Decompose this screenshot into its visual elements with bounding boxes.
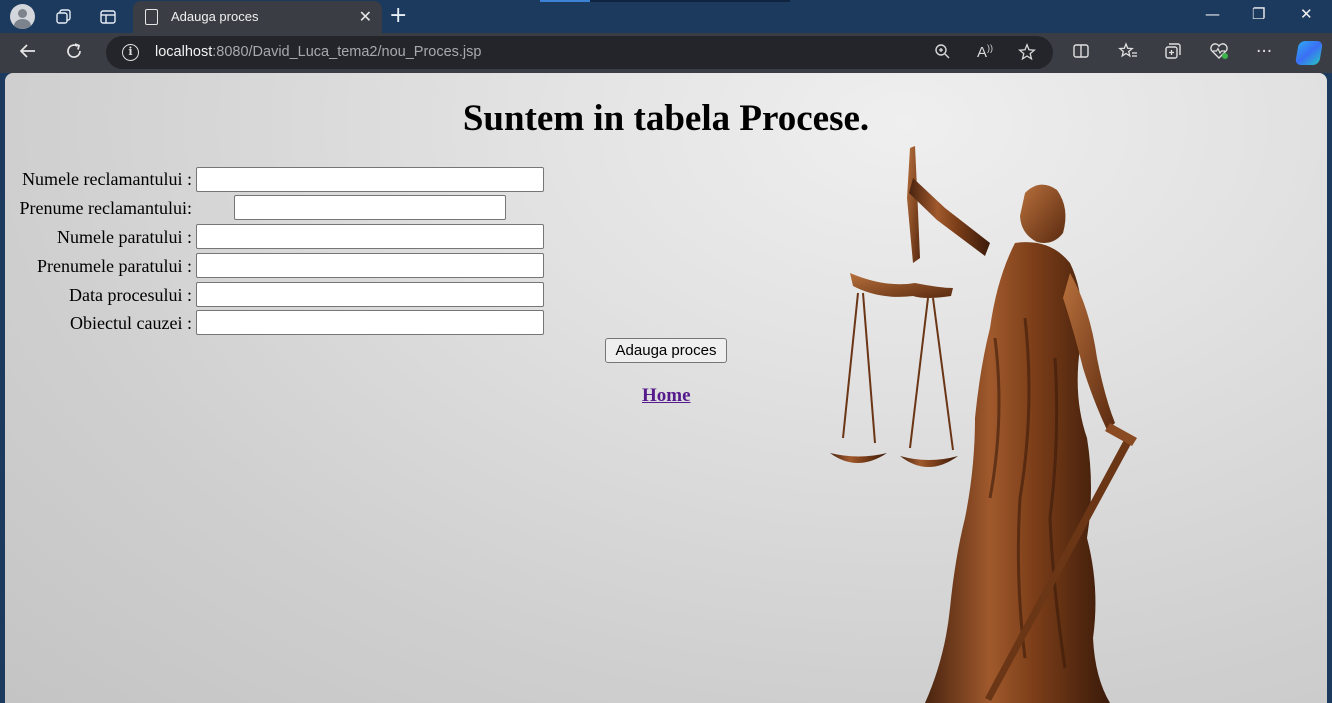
zoom-icon[interactable] [934,43,951,64]
url-host: localhost [155,44,213,60]
browser-essentials-icon[interactable] [1209,42,1229,65]
favorites-icon[interactable] [1118,42,1138,65]
home-link[interactable]: Home [642,385,691,407]
tab-close-icon[interactable]: ✕ [359,7,372,26]
restore-button[interactable]: ❐ [1252,5,1265,23]
refresh-icon[interactable] [64,41,84,66]
collections-icon[interactable] [1164,42,1182,65]
url-text[interactable]: localhost:8080/David_Luca_tema2/nou_Proc… [155,44,481,60]
label-data-procesului: Data procesului : [69,285,192,305]
input-obiectul-cauzei[interactable] [196,310,544,335]
document-icon [145,9,158,25]
address-bar[interactable]: i localhost:8080/David_Luca_tema2/nou_Pr… [106,36,1053,69]
page-viewport: Suntem in tabela Procese. Numele reclama… [5,73,1327,703]
vertical-tabs-icon[interactable] [96,5,120,29]
tab-title: Adauga proces [171,9,259,24]
input-prenume-reclamantului[interactable] [234,195,506,220]
new-tab-button[interactable]: + [389,3,407,28]
copilot-icon[interactable] [1294,41,1324,65]
label-numele-reclamantului: Numele reclamantului : [22,169,192,189]
avatar-body [14,19,31,29]
input-data-procesului[interactable] [196,282,544,307]
url-path: :8080/David_Luca_tema2/nou_Proces.jsp [212,44,482,60]
favorite-star-icon[interactable] [1018,43,1036,65]
minimize-button[interactable]: — [1205,5,1220,23]
label-obiectul-cauzei: Obiectul cauzei : [70,313,192,333]
browser-toolbar: i localhost:8080/David_Luca_tema2/nou_Pr… [0,33,1332,73]
input-prenumele-paratului[interactable] [196,253,544,278]
split-screen-icon[interactable] [1072,42,1090,65]
adauga-proces-button[interactable]: Adauga proces [605,338,727,363]
input-numele-reclamantului[interactable] [196,167,544,192]
site-info-icon[interactable]: i [122,44,139,61]
label-prenumele-paratului: Prenumele paratului : [37,256,192,276]
back-arrow-icon[interactable] [18,41,38,66]
tab-adauga-proces[interactable]: Adauga proces ✕ [133,1,382,33]
lady-justice-statue-image [830,146,1137,703]
page-title: Suntem in tabela Procese. [462,98,870,139]
more-options-icon[interactable]: ··· [1256,42,1272,62]
label-numele-paratului: Numele paratului : [57,227,192,247]
input-numele-paratului[interactable] [196,224,544,249]
workspaces-icon[interactable] [52,5,76,29]
titlebar-accent [540,0,590,2]
titlebar-accent-dark [590,0,790,2]
read-aloud-icon[interactable]: A)) [977,43,993,61]
profile-avatar[interactable] [10,4,35,29]
browser-titlebar: Adauga proces ✕ + — ❐ ✕ [0,0,1332,33]
close-window-button[interactable]: ✕ [1300,5,1313,23]
avatar-head [18,9,27,18]
label-prenume-reclamantului: Prenume reclamantului: [19,198,192,218]
